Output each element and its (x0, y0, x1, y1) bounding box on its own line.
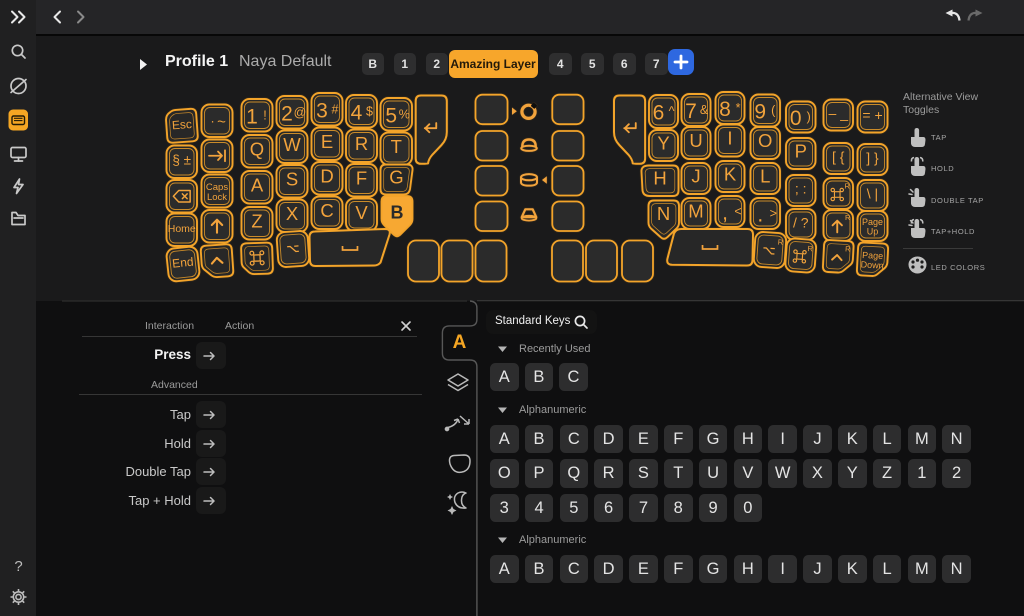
svg-text:~: ~ (217, 113, 226, 130)
svg-text:Y: Y (657, 133, 669, 154)
svg-text:!: ! (263, 108, 266, 122)
svg-text:.: . (757, 204, 763, 227)
svg-text:X: X (286, 203, 298, 224)
svg-text:/ ?: / ? (793, 215, 809, 231)
svg-text:4: 4 (351, 101, 363, 124)
svg-text:%: % (399, 107, 410, 121)
svg-text:#: # (332, 102, 339, 116)
svg-text:J: J (691, 166, 700, 187)
svg-text:8: 8 (719, 98, 731, 121)
svg-text:.: . (211, 110, 215, 125)
svg-text:,: , (722, 202, 728, 225)
svg-text:R: R (845, 182, 851, 191)
svg-text:): ) (807, 110, 811, 124)
svg-text:] }: ] } (866, 150, 879, 166)
svg-text:R: R (845, 213, 851, 222)
svg-text:Lock: Lock (207, 192, 227, 203)
svg-text:R: R (845, 244, 851, 253)
svg-text:; :: ; : (795, 181, 807, 197)
svg-text:E: E (321, 131, 333, 152)
svg-text:5: 5 (385, 104, 397, 127)
svg-text:>: > (770, 207, 777, 221)
svg-text:M: M (688, 201, 703, 222)
svg-text:N: N (657, 203, 670, 224)
svg-text:S: S (286, 168, 298, 189)
svg-text:G: G (389, 167, 403, 188)
svg-text:U: U (689, 130, 702, 151)
svg-text:– _: – _ (829, 105, 849, 121)
svg-text:L: L (760, 166, 770, 187)
svg-text:^: ^ (669, 105, 675, 119)
svg-text:[ {: [ { (832, 149, 845, 165)
svg-text:K: K (724, 164, 737, 185)
svg-text:End: End (172, 255, 195, 271)
svg-text:V: V (355, 202, 368, 223)
svg-text:Profile 1: Profile 1 (165, 53, 228, 70)
svg-text:Esc: Esc (171, 117, 192, 132)
svg-text:F: F (356, 167, 367, 188)
svg-text:&: & (700, 103, 709, 117)
svg-text:@: @ (294, 105, 307, 119)
svg-text:W: W (283, 134, 301, 155)
svg-text:9: 9 (754, 101, 766, 124)
svg-text:\ |: \ | (867, 186, 878, 202)
svg-text:*: * (736, 101, 741, 115)
svg-text:0: 0 (790, 107, 802, 130)
svg-text:Z: Z (251, 210, 262, 231)
svg-text:A: A (251, 174, 264, 195)
svg-text:O: O (758, 130, 772, 151)
svg-text:7: 7 (685, 100, 697, 123)
svg-text:6: 6 (653, 102, 665, 125)
svg-text:2: 2 (281, 102, 293, 125)
svg-text:C: C (320, 200, 333, 221)
svg-text:Down: Down (860, 259, 884, 270)
svg-text:T: T (391, 136, 402, 157)
svg-text:Page: Page (862, 217, 883, 227)
svg-text:3: 3 (316, 99, 328, 122)
svg-text:B: B (391, 203, 404, 223)
svg-text:<: < (734, 205, 741, 219)
svg-text:P: P (795, 141, 807, 162)
svg-text:1: 1 (246, 105, 258, 128)
svg-text:$: $ (366, 104, 373, 118)
svg-text:Naya Default: Naya Default (239, 53, 332, 70)
svg-text:D: D (320, 165, 333, 186)
svg-text:Q: Q (250, 138, 264, 159)
svg-text:§ ±: § ± (172, 153, 191, 168)
svg-text:Home: Home (168, 223, 196, 235)
svg-text:= +: = + (862, 107, 882, 123)
svg-text:Up: Up (867, 227, 879, 237)
svg-text:H: H (653, 168, 666, 189)
svg-text:R: R (355, 133, 368, 154)
svg-text:I: I (727, 128, 732, 149)
